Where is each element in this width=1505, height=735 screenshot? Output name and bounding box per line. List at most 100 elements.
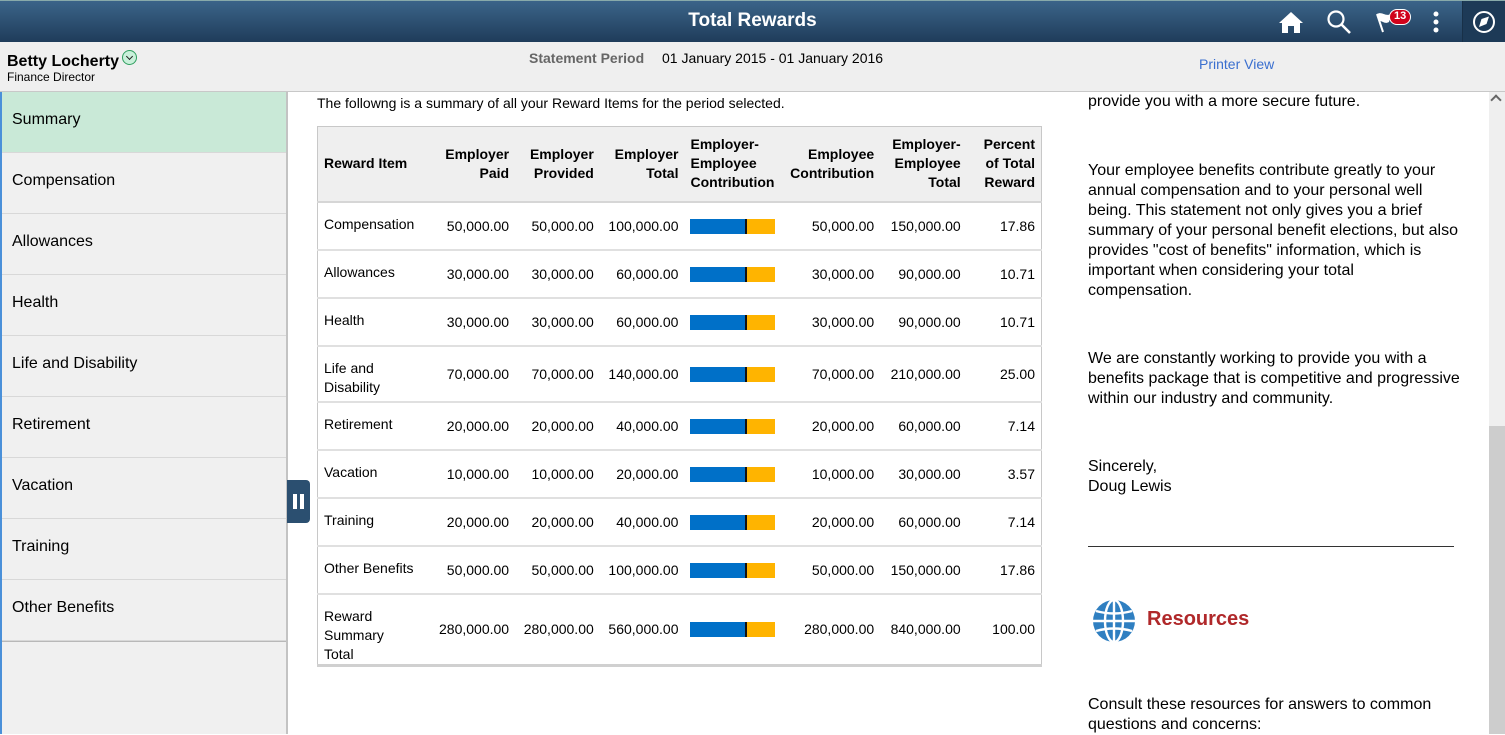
sidebar-item-retirement[interactable]: Retirement (2, 397, 286, 458)
sidebar-item-other-benefits[interactable]: Other Benefits (2, 580, 286, 641)
ee-total-cell: 90,000.00 (880, 249, 967, 299)
contribution-bar (690, 366, 776, 382)
col-percent-total: Percent of Total Reward (966, 126, 1042, 203)
ee-total-cell: 90,000.00 (880, 297, 967, 347)
percent-total-cell: 3.57 (966, 449, 1042, 499)
header-line: Paid (479, 164, 510, 181)
ee-total-cell: 840,000.00 (890, 621, 961, 637)
header-line: Employer (445, 145, 510, 162)
collapse-sidebar-button[interactable] (287, 480, 310, 523)
header-line: Total (928, 174, 961, 191)
percent-total-cell: 25.00 (966, 345, 1042, 403)
scrollbar-thumb[interactable] (1489, 426, 1505, 734)
resources-heading: Resources (1147, 608, 1250, 630)
employer-provided-cell: 50,000.00 (515, 201, 600, 251)
sidebar-item-allowances[interactable]: Allowances (2, 214, 286, 275)
employer-total-cell: 560,000.00 (608, 621, 679, 637)
employer-paid-cell: 30,000.00 (428, 249, 516, 299)
app-banner: Total Rewards 13 (0, 0, 1505, 43)
employee-contribution-cell: 50,000.00 (784, 201, 881, 251)
col-reward-item: Reward Item (317, 126, 429, 203)
contribution-bar-cell (684, 297, 785, 347)
employer-total-cell: 100,000.00 (599, 545, 685, 595)
employer-total-cell: 100,000.00 (599, 201, 685, 251)
employer-paid-cell: 20,000.00 (428, 497, 516, 547)
percent-total-cell: 7.14 (966, 401, 1042, 451)
printer-view-link[interactable]: Printer View (1199, 56, 1274, 72)
contribution-bar (690, 622, 776, 638)
reward-item-name: Reward Summary Total (324, 607, 384, 662)
employee-share-segment (747, 466, 776, 482)
table-row: Training 20,000.00 20,000.00 40,000.00 20,00… (317, 497, 1042, 547)
percent-total-cell: 17.86 (966, 545, 1042, 595)
employer-share-segment (690, 514, 748, 530)
header-line: Provided (533, 164, 594, 181)
employer-paid-cell: 20,000.00 (428, 401, 516, 451)
employer-total-cell: 140,000.00 (599, 345, 685, 403)
vertical-scrollbar[interactable] (1489, 92, 1505, 734)
contribution-bar (690, 266, 776, 282)
ee-total-cell: 30,000.00 (880, 449, 967, 499)
col-employee-contribution: Employee Contribution (784, 126, 881, 203)
col-employer-total: Employer Total (599, 126, 685, 203)
sidebar-item-vacation[interactable]: Vacation (2, 458, 286, 519)
navbar-compass-icon (1473, 11, 1495, 33)
header-line: Employer (529, 145, 594, 162)
employee-share-segment (747, 622, 776, 638)
table-total-row: Reward Summary Total 280,000.00 280,000.00 56… (318, 594, 1042, 666)
statement-period-value: 01 January 2015 - 01 January 2016 (662, 50, 884, 66)
employee-contribution-cell: 30,000.00 (784, 297, 881, 347)
sidebar-item-health[interactable]: Health (2, 275, 286, 336)
scroll-up-arrow-icon[interactable] (1490, 94, 1502, 106)
sidebar-item-summary[interactable]: Summary (2, 92, 286, 153)
reward-item-name: Retirement (317, 401, 429, 451)
actions-menu-button[interactable] (1422, 8, 1450, 36)
contribution-bar (690, 314, 776, 330)
employer-share-segment (690, 466, 748, 482)
employer-paid-cell: 30,000.00 (428, 297, 516, 347)
employer-paid-cell: 50,000.00 (428, 545, 516, 595)
employer-total-cell: 40,000.00 (599, 401, 685, 451)
employer-share-segment (690, 622, 748, 638)
navbar-button[interactable] (1463, 1, 1505, 43)
reward-item-name: Training (317, 497, 429, 547)
home-button[interactable] (1277, 8, 1305, 36)
search-button[interactable] (1325, 8, 1353, 36)
table-row: Health 30,000.00 30,000.00 60,000.00 30,000.… (317, 297, 1042, 347)
employer-provided-cell: 20,000.00 (515, 497, 600, 547)
employer-share-segment (690, 218, 748, 234)
header-line: Contribution (690, 174, 775, 191)
employee-name-text: Betty Locherty (7, 53, 120, 70)
contribution-bar-cell (684, 594, 784, 666)
employer-share-segment (690, 366, 748, 382)
header-line: Total (646, 164, 679, 181)
sidebar-list: Summary Compensation Allowances Health Life … (2, 92, 286, 642)
col-employer-paid: Employer Paid (428, 126, 516, 203)
employer-total-cell: 20,000.00 (599, 449, 685, 499)
header-line: Employer (614, 145, 679, 162)
sidebar-item-life-and-disability[interactable]: Life and Disability (2, 336, 286, 397)
notification-count-badge: 13 (1389, 9, 1412, 25)
contribution-bar-cell (684, 401, 785, 451)
contribution-bar (690, 418, 776, 434)
employee-name[interactable]: Betty Locherty (7, 50, 138, 71)
table-row: Life and Disability 70,000.00 70,000.00 140,… (317, 345, 1042, 403)
sidebar-item-compensation[interactable]: Compensation (2, 153, 286, 214)
header-line: Employee (690, 155, 757, 172)
reward-item-name: Health (317, 297, 429, 347)
header-line: of Total (985, 155, 1035, 172)
percent-total-cell: 17.86 (966, 201, 1042, 251)
percent-total-cell: 100.00 (992, 621, 1035, 637)
ee-total-cell: 60,000.00 (880, 497, 967, 547)
home-icon (1279, 12, 1303, 33)
chevron-down-icon[interactable] (122, 50, 138, 65)
employee-contribution-cell: 20,000.00 (784, 497, 881, 547)
employer-share-segment (690, 418, 748, 434)
employer-share-segment (690, 562, 748, 578)
reward-item-name: Other Benefits (317, 545, 429, 595)
employee-contribution-cell: 280,000.00 (804, 621, 875, 637)
header-line: Reward (984, 174, 1035, 191)
sidebar-item-training[interactable]: Training (2, 519, 286, 580)
employee-share-segment (747, 366, 776, 382)
employer-paid-cell: 10,000.00 (428, 449, 516, 499)
